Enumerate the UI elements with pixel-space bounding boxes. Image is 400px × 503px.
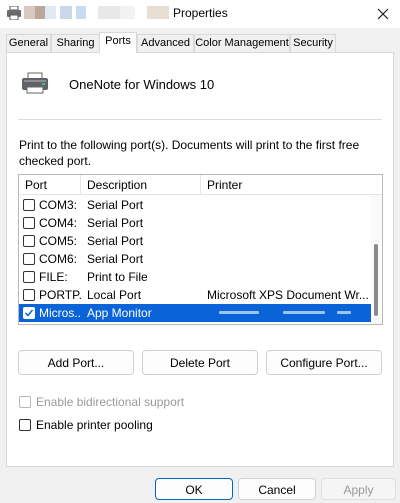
port-checkbox[interactable] bbox=[23, 271, 35, 283]
redacted-title-swatch bbox=[45, 6, 56, 19]
ok-button[interactable]: OK bbox=[155, 478, 233, 500]
tab-advanced[interactable]: Advanced bbox=[137, 34, 194, 52]
port-description: Serial Port bbox=[87, 234, 144, 248]
cancel-button[interactable]: Cancel bbox=[238, 478, 316, 500]
bidirectional-support-checkbox bbox=[19, 396, 31, 408]
ports-list-header: Port Description Printer bbox=[19, 175, 382, 195]
title-bar: Properties bbox=[0, 0, 400, 28]
port-row[interactable]: FILE: Print to File bbox=[19, 268, 371, 286]
column-header-port[interactable]: Port bbox=[19, 175, 81, 195]
close-button[interactable] bbox=[366, 0, 400, 28]
port-description: App Monitor bbox=[87, 306, 152, 320]
divider bbox=[18, 119, 382, 120]
port-row[interactable]: COM4: Serial Port bbox=[19, 214, 371, 232]
port-row[interactable]: COM5: Serial Port bbox=[19, 232, 371, 250]
window-title: Properties bbox=[173, 6, 228, 20]
redacted-title-swatch bbox=[60, 6, 72, 19]
port-name: COM5: bbox=[39, 234, 78, 248]
port-checkbox[interactable] bbox=[23, 235, 35, 247]
close-icon bbox=[377, 8, 389, 20]
port-name: Micros... bbox=[39, 306, 81, 320]
printer-icon bbox=[22, 72, 48, 94]
redacted-title-swatch bbox=[24, 6, 35, 19]
printer-icon bbox=[7, 6, 21, 20]
port-description: Print to File bbox=[87, 270, 148, 284]
apply-button[interactable]: Apply bbox=[321, 478, 396, 500]
ports-list[interactable]: Port Description Printer COM3: Serial Po… bbox=[18, 174, 383, 325]
port-description: Serial Port bbox=[87, 198, 144, 212]
redacted-title-swatch bbox=[147, 6, 169, 19]
port-description: Serial Port bbox=[87, 216, 144, 230]
port-row[interactable]: COM3: Serial Port bbox=[19, 196, 371, 214]
port-row[interactable]: COM6: Serial Port bbox=[19, 250, 371, 268]
printer-pooling-label[interactable]: Enable printer pooling bbox=[36, 417, 153, 433]
ports-tab-panel: OneNote for Windows 10 Print to the foll… bbox=[6, 52, 394, 467]
vertical-scrollbar[interactable] bbox=[371, 195, 382, 324]
port-printer: Microsoft XPS Document Wr... bbox=[207, 288, 369, 302]
port-description: Local Port bbox=[87, 288, 142, 302]
port-name: COM6: bbox=[39, 252, 78, 266]
redacted-title-swatch bbox=[98, 6, 120, 19]
port-checkbox[interactable] bbox=[23, 199, 35, 211]
tab-sharing[interactable]: Sharing bbox=[51, 34, 100, 52]
delete-port-button[interactable]: Delete Port bbox=[142, 350, 258, 375]
column-header-description[interactable]: Description bbox=[81, 175, 201, 195]
port-row[interactable]: PORTP... Local Port Microsoft XPS Docume… bbox=[19, 286, 371, 304]
checkmark-icon bbox=[24, 309, 34, 317]
redacted-printer-name bbox=[283, 311, 325, 314]
printer-name: OneNote for Windows 10 bbox=[69, 77, 215, 92]
redacted-printer-name bbox=[337, 311, 351, 314]
port-name: PORTP... bbox=[39, 288, 81, 302]
port-checkbox[interactable] bbox=[23, 253, 35, 265]
port-name: COM3: bbox=[39, 198, 78, 212]
port-row-selected[interactable]: Micros... App Monitor bbox=[19, 304, 371, 322]
redacted-title-swatch bbox=[120, 6, 135, 19]
scrollbar-thumb[interactable] bbox=[374, 244, 378, 316]
port-checkbox[interactable] bbox=[23, 217, 35, 229]
configure-port-button[interactable]: Configure Port... bbox=[266, 350, 382, 375]
printer-pooling-checkbox[interactable] bbox=[19, 419, 31, 431]
port-name: COM4: bbox=[39, 216, 78, 230]
port-checkbox-checked[interactable] bbox=[23, 307, 35, 319]
tab-ports[interactable]: Ports bbox=[99, 32, 137, 53]
tab-color-management[interactable]: Color Management bbox=[194, 34, 290, 52]
redacted-title-swatch bbox=[76, 6, 86, 19]
port-name: FILE: bbox=[39, 270, 68, 284]
add-port-button[interactable]: Add Port... bbox=[18, 350, 134, 375]
redacted-title-swatch bbox=[35, 6, 45, 19]
tab-general[interactable]: General bbox=[6, 34, 51, 52]
port-checkbox[interactable] bbox=[23, 289, 35, 301]
column-header-printer[interactable]: Printer bbox=[201, 175, 371, 195]
ports-description: Print to the following port(s). Document… bbox=[19, 138, 360, 168]
bidirectional-support-label: Enable bidirectional support bbox=[36, 395, 185, 409]
redacted-printer-name bbox=[219, 311, 259, 314]
port-description: Serial Port bbox=[87, 252, 144, 266]
tab-security[interactable]: Security bbox=[290, 34, 336, 52]
